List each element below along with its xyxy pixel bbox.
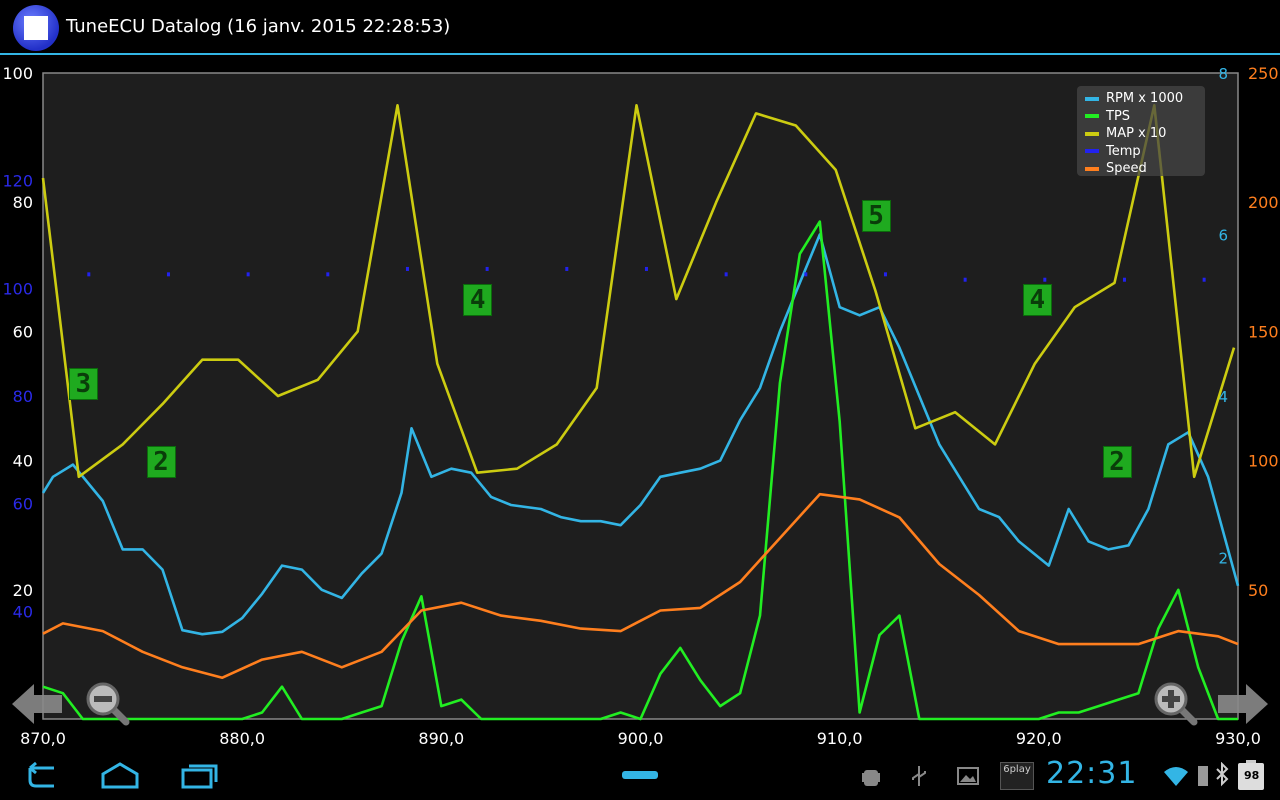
temp-tick-label: 100 [2, 279, 33, 298]
tps-tick-label: 20 [13, 581, 33, 600]
x-tick-label: 910,0 [817, 729, 863, 748]
temp-tick-label: 40 [13, 602, 33, 621]
x-tick-label: 870,0 [20, 729, 66, 748]
x-tick-label: 880,0 [219, 729, 265, 748]
temp-series-point [1043, 277, 1047, 282]
temp-series-point [1122, 277, 1126, 282]
temp-series-point [883, 272, 887, 277]
menu-handle-icon[interactable] [622, 771, 658, 779]
speed-tick-label: 50 [1248, 581, 1268, 600]
gallery-icon [957, 767, 979, 785]
legend-label: Speed [1106, 161, 1147, 176]
6play-notification-icon: 6play [1000, 762, 1034, 790]
tps-tick-label: 80 [13, 193, 33, 212]
zoom-in-icon[interactable] [1152, 680, 1198, 726]
usb-icon [912, 766, 926, 786]
legend-label: Temp [1106, 143, 1141, 159]
datalog-chart[interactable]: 870,0 880,0 890,0 900,0 910,0 920,0 930,0 100 80… [0, 56, 1280, 750]
wifi-icon [1164, 767, 1188, 786]
legend-swatch [1085, 96, 1099, 101]
legend-label: RPM x 1000 [1106, 91, 1184, 106]
home-icon[interactable] [100, 760, 140, 790]
rpm-tick-label: 2 [1218, 550, 1228, 568]
battery-level: 98 [1244, 769, 1260, 782]
temp-series-point [804, 272, 808, 277]
legend-swatch [1085, 149, 1099, 153]
debug-icon [862, 770, 880, 786]
legend-label: MAP x 10 [1106, 126, 1167, 141]
speed-tick-label: 250 [1248, 64, 1279, 83]
x-tick-label: 920,0 [1016, 729, 1062, 748]
temp-series-point [724, 272, 728, 277]
temp-series-point [326, 272, 330, 277]
unknown-network-icon [1198, 766, 1208, 786]
speed-tick-label: 150 [1248, 322, 1279, 341]
status-clock: 22:31 [1046, 756, 1138, 791]
temp-series-point [246, 272, 250, 277]
temp-series-point [644, 266, 648, 271]
chart-legend: RPM x 1000 TPS MAP x 10 Temp Speed [1077, 86, 1205, 176]
legend-swatch [1085, 166, 1099, 171]
x-tick-label: 930,0 [1215, 729, 1261, 748]
gear-marker: 2 [146, 445, 176, 478]
legend-item: Speed [1085, 161, 1147, 177]
temp-tick-label: 80 [13, 387, 33, 406]
legend-label: TPS [1106, 108, 1131, 124]
rpm-tick-label: 6 [1218, 227, 1228, 245]
legend-item: TPS [1085, 109, 1130, 125]
legend-item: RPM x 1000 [1085, 91, 1183, 107]
x-tick-label: 890,0 [418, 729, 464, 748]
rpm-tick-label: 8 [1218, 65, 1228, 83]
6play-label: 6play [1003, 764, 1031, 775]
temp-series-point [166, 272, 170, 277]
tps-tick-label: 100 [2, 64, 33, 83]
temp-tick-label: 120 [2, 172, 33, 191]
bluetooth-icon [1216, 762, 1229, 787]
temp-series-point [485, 266, 489, 271]
zoom-out-icon[interactable] [84, 680, 130, 726]
title-divider [0, 53, 1280, 55]
action-bar: TuneECU Datalog (16 janv. 2015 22:28:53) [0, 0, 1280, 56]
gear-marker: 5 [861, 200, 891, 233]
gear-marker: 2 [1102, 445, 1132, 478]
page-title: TuneECU Datalog (16 janv. 2015 22:28:53) [66, 16, 451, 37]
back-icon[interactable] [20, 760, 60, 790]
gear-marker: 4 [1022, 284, 1052, 317]
tps-tick-label: 60 [13, 322, 33, 341]
speed-tick-label: 100 [1248, 452, 1279, 471]
recent-apps-icon[interactable] [180, 760, 220, 790]
temp-series-point [1202, 277, 1206, 282]
legend-item: Temp [1085, 144, 1141, 160]
temp-series-point [87, 272, 91, 277]
tps-tick-label: 40 [13, 452, 33, 471]
system-nav-bar: 6play 22:31 98 [0, 750, 1280, 800]
temp-series-point [963, 277, 967, 282]
legend-item: MAP x 10 [1085, 126, 1166, 142]
legend-swatch [1085, 114, 1099, 118]
arrow-right-icon[interactable] [1216, 684, 1268, 724]
temp-tick-label: 60 [13, 495, 33, 514]
speed-tick-label: 200 [1248, 193, 1279, 212]
app-grid-icon[interactable] [13, 5, 59, 51]
gear-marker: 3 [68, 368, 98, 401]
x-tick-label: 900,0 [618, 729, 664, 748]
temp-series-point [405, 266, 409, 271]
arrow-left-icon[interactable] [12, 684, 64, 724]
gear-marker: 4 [463, 284, 493, 317]
temp-series-point [565, 266, 569, 271]
legend-swatch [1085, 131, 1099, 136]
